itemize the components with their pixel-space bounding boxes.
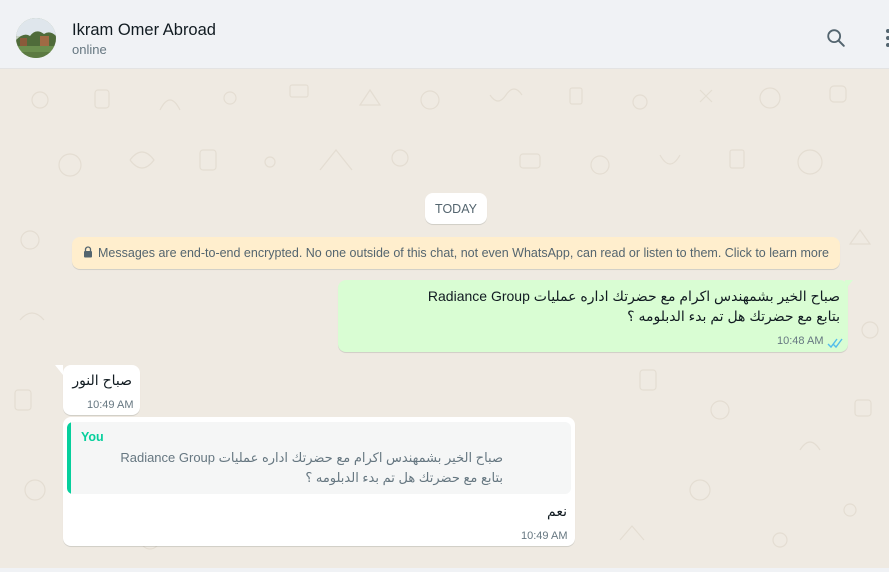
message-text-line: بتابع مع حضرتك هل تم بدء الدبلومه ؟ <box>627 308 840 324</box>
search-icon[interactable] <box>823 25 849 51</box>
encryption-notice[interactable]: Messages are end-to-end encrypted. No on… <box>72 237 840 269</box>
message-time: 10:49 AM <box>87 399 134 411</box>
message-text-line: نعم <box>547 503 567 519</box>
top-strip <box>0 0 889 9</box>
quote-accent-bar <box>67 422 71 494</box>
bottom-strip <box>0 568 889 572</box>
contact-avatar[interactable] <box>16 18 56 58</box>
message-time: 10:48 AM <box>777 335 824 347</box>
message-text-line: صباح النور <box>72 372 132 388</box>
message-time: 10:49 AM <box>521 530 568 542</box>
incoming-message[interactable]: صباح النور 10:49 AM <box>63 365 140 415</box>
quoted-message[interactable]: You صباح الخير بشمهندس اكرام مع حضرتك اد… <box>67 422 571 494</box>
bubble-tail <box>55 365 63 375</box>
whatsapp-chat-window: Ikram Omer Abroad online TODAY Messages … <box>0 0 889 572</box>
incoming-reply-message[interactable]: You صباح الخير بشمهندس اكرام مع حضرتك اد… <box>63 417 575 546</box>
lock-icon <box>83 245 93 261</box>
date-separator: TODAY <box>425 193 487 224</box>
outgoing-message[interactable]: صباح الخير بشمهندس اكرام مع حضرتك اداره … <box>338 280 848 352</box>
contact-name[interactable]: Ikram Omer Abroad <box>72 21 216 40</box>
double-check-read-icon <box>827 336 843 354</box>
chat-header[interactable]: Ikram Omer Abroad online <box>0 9 889 69</box>
message-text-line: صباح الخير بشمهندس اكرام مع حضرتك اداره … <box>427 288 840 304</box>
quote-text-line: صباح الخير بشمهندس اكرام مع حضرتك اداره … <box>120 450 503 465</box>
quote-text-line: بتابع مع حضرتك هل تم بدء الدبلومه ؟ <box>305 470 503 485</box>
more-vertical-icon[interactable] <box>875 25 889 51</box>
contact-status: online <box>72 42 107 57</box>
quote-author: You <box>81 430 104 444</box>
encryption-notice-text: Messages are end-to-end encrypted. No on… <box>98 246 829 260</box>
message-list[interactable]: TODAY Messages are end-to-end encrypted.… <box>0 70 889 570</box>
